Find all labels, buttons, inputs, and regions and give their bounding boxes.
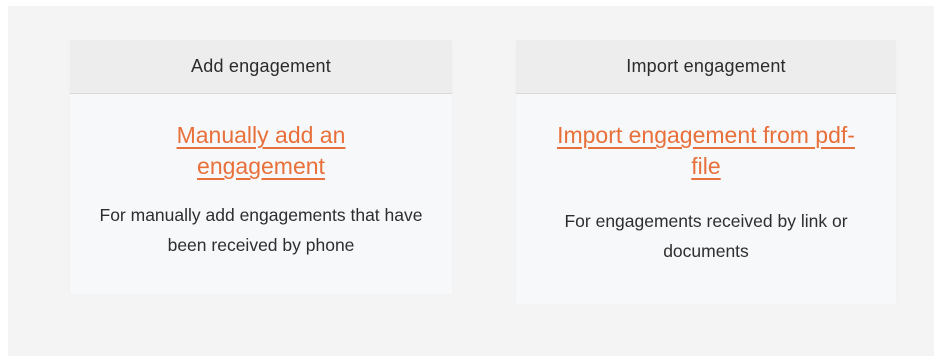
add-engagement-card: Add engagement Manually add an engagemen… — [70, 40, 452, 294]
import-engagement-pdf-link[interactable]: Import engagement from pdf-file — [556, 120, 856, 182]
import-engagement-card: Import engagement Import engagement from… — [516, 40, 896, 304]
content-panel: Add engagement Manually add an engagemen… — [8, 6, 934, 356]
card-body: Import engagement from pdf-file For enga… — [516, 94, 896, 266]
card-description: For manually add engagements that have b… — [99, 205, 423, 255]
card-body: Manually add an engagement For manually … — [70, 94, 452, 260]
card-header-import-engagement: Import engagement — [516, 40, 896, 94]
card-description: For engagements received by link or docu… — [564, 211, 848, 261]
card-header-add-engagement: Add engagement — [70, 40, 452, 94]
manually-add-engagement-link[interactable]: Manually add an engagement — [111, 120, 411, 182]
